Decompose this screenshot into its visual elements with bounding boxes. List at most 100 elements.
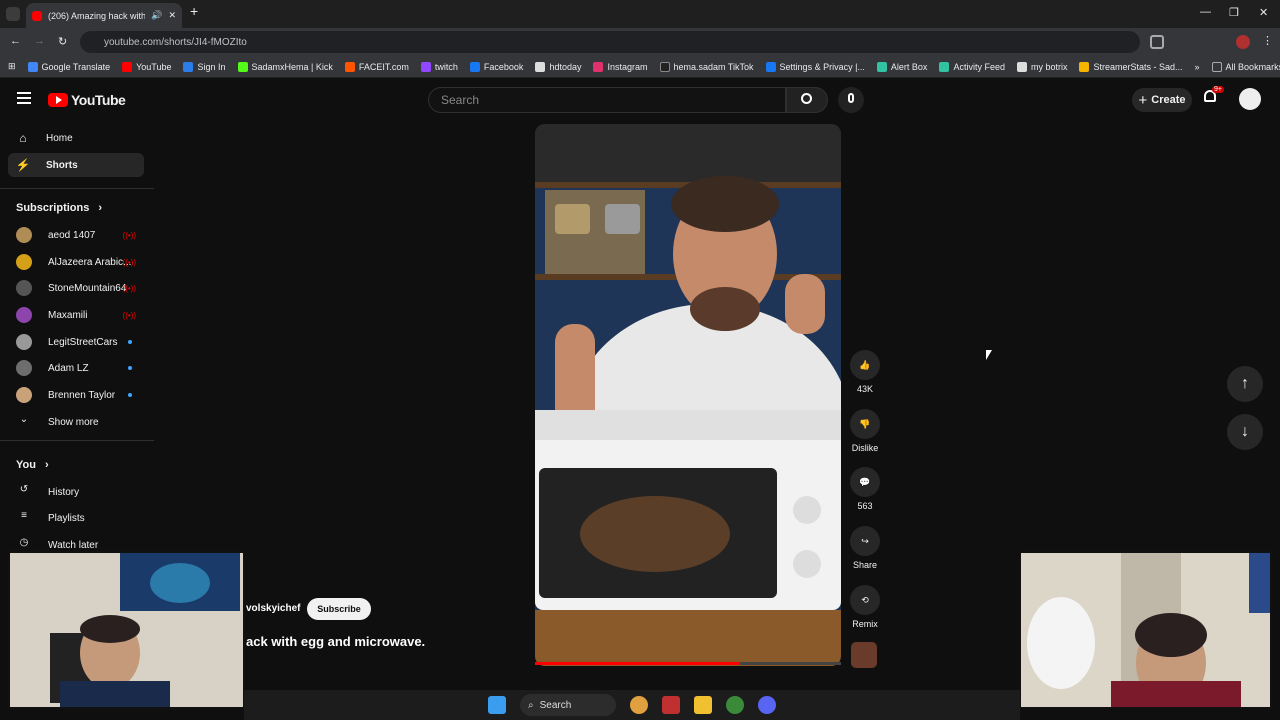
bookmark-icon bbox=[1079, 61, 1090, 72]
bookmark-my-botrix[interactable]: my botrix bbox=[1011, 61, 1074, 72]
reload-icon[interactable]: ↻ bbox=[58, 35, 67, 48]
browser-menu-icon[interactable]: ⋮ bbox=[1262, 34, 1273, 47]
bookmark-activity-feed[interactable]: Activity Feed bbox=[933, 61, 1011, 72]
profile-icon[interactable] bbox=[1236, 35, 1250, 49]
discord-icon[interactable] bbox=[758, 696, 776, 714]
close-window-button[interactable]: ✕ bbox=[1259, 6, 1268, 19]
account-avatar[interactable] bbox=[1239, 88, 1261, 110]
bookmark-tiktok[interactable]: hema.sadam TikTok bbox=[654, 61, 760, 72]
home-icon: ⌂ bbox=[19, 131, 27, 145]
comment-icon: 💬 bbox=[850, 467, 880, 497]
create-label: Create bbox=[1151, 94, 1186, 106]
sidebar-item-shorts[interactable]: ⚡ Shorts bbox=[8, 153, 144, 177]
subscriptions-title: Subscriptions bbox=[16, 202, 90, 214]
create-button[interactable]: + Create bbox=[1132, 88, 1192, 112]
bookmark-instagram[interactable]: Instagram bbox=[587, 61, 653, 72]
browser-tab[interactable]: (206) Amazing hack with eg 🔊 ✕ bbox=[26, 3, 182, 28]
bookmark-icon bbox=[939, 61, 950, 72]
next-short-button[interactable]: ↓ bbox=[1227, 414, 1263, 450]
all-bookmarks[interactable]: All Bookmarks bbox=[1206, 61, 1280, 72]
bookmark-kick[interactable]: SadamxHema | Kick bbox=[232, 61, 339, 72]
video-progress-bar[interactable] bbox=[535, 662, 841, 665]
subscription-stonemountain64[interactable]: StoneMountain64 ((•)) bbox=[16, 278, 140, 298]
tab-close-icon[interactable]: ✕ bbox=[168, 10, 176, 21]
subscription-aeod-1407[interactable]: aeod 1407 ((•)) bbox=[16, 225, 140, 245]
back-icon[interactable]: ← bbox=[10, 35, 21, 47]
bookmark-facebook[interactable]: Facebook bbox=[464, 61, 530, 72]
comments-button[interactable]: 💬 563 bbox=[844, 467, 886, 511]
sidebar-item-label: History bbox=[48, 486, 80, 498]
notifications-button[interactable]: 9+ bbox=[1204, 86, 1224, 106]
bookmark-youtube[interactable]: YouTube bbox=[116, 61, 177, 72]
subscription-label: Brennen Taylor bbox=[48, 389, 116, 401]
search-input[interactable]: Search bbox=[428, 87, 786, 113]
sidebar-item-home[interactable]: ⌂ Home bbox=[8, 126, 144, 150]
comment-count: 563 bbox=[857, 501, 873, 511]
sidebar-item-label: Playlists bbox=[48, 512, 85, 524]
bookmark-icon bbox=[659, 61, 670, 72]
subscriptions-heading[interactable]: Subscriptions › bbox=[16, 202, 102, 214]
forward-icon[interactable]: → bbox=[34, 35, 45, 47]
sidebar-item-history[interactable]: ↺ History bbox=[16, 482, 140, 502]
subscription-brennen-taylor[interactable]: Brennen Taylor bbox=[16, 385, 140, 405]
bookmark-sign-in[interactable]: Sign In bbox=[177, 61, 231, 72]
previous-short-button[interactable]: ↑ bbox=[1227, 366, 1263, 402]
restore-button[interactable]: ❐ bbox=[1229, 6, 1239, 19]
subscribe-button[interactable]: Subscribe bbox=[307, 598, 371, 620]
apps-icon[interactable]: ⊞ bbox=[0, 61, 22, 72]
bookmark-settings-privacy[interactable]: Settings & Privacy |... bbox=[760, 61, 871, 72]
share-button[interactable]: ↪ Share bbox=[844, 526, 886, 570]
short-video-player[interactable] bbox=[535, 124, 841, 666]
subscription-aljazeera[interactable]: AlJazeera Arabic... ((•)) bbox=[16, 252, 140, 272]
search-button[interactable] bbox=[786, 87, 828, 113]
app-icon[interactable] bbox=[662, 696, 680, 714]
show-more-button[interactable]: ⌄ Show more bbox=[16, 412, 140, 432]
sidebar-item-playlists[interactable]: ≡ Playlists bbox=[16, 508, 140, 528]
show-more-label: Show more bbox=[48, 416, 99, 428]
live-icon: ((•)) bbox=[122, 310, 136, 320]
widget-icon[interactable] bbox=[630, 696, 648, 714]
bookmark-icon bbox=[420, 61, 431, 72]
minimize-button[interactable]: — bbox=[1200, 6, 1211, 18]
url-field[interactable]: youtube.com/shorts/JI4-fMOZIto bbox=[80, 31, 1140, 53]
audio-icon[interactable]: 🔊 bbox=[151, 10, 162, 21]
you-title: You bbox=[16, 459, 36, 471]
bookmark-twitch[interactable]: twitch bbox=[415, 61, 464, 72]
right-webcam-overlay bbox=[1019, 551, 1272, 709]
video-frame bbox=[535, 124, 841, 666]
bookmark-icon bbox=[122, 61, 133, 72]
menu-icon[interactable] bbox=[17, 92, 31, 104]
taskbar-search[interactable]: ⌕ Search bbox=[520, 694, 616, 716]
left-webcam-image bbox=[10, 553, 243, 707]
plus-icon: + bbox=[1138, 91, 1148, 109]
new-tab-button[interactable]: + bbox=[190, 3, 198, 19]
windows-start-icon[interactable] bbox=[488, 696, 506, 714]
tab-list-button[interactable] bbox=[6, 7, 20, 21]
youtube-play-icon bbox=[48, 93, 68, 107]
bookmark-icon bbox=[876, 61, 887, 72]
like-button[interactable]: 👍 43K bbox=[844, 350, 886, 394]
bookmark-hdtoday[interactable]: hdtoday bbox=[529, 61, 587, 72]
subscription-legitstreetcars[interactable]: LegitStreetCars bbox=[16, 332, 140, 352]
youtube-logo[interactable]: YouTube bbox=[48, 92, 126, 108]
remix-button[interactable]: ⟲ Remix bbox=[844, 585, 886, 629]
dislike-label: Dislike bbox=[851, 443, 879, 453]
bookmark-faceit[interactable]: FACEIT.com bbox=[339, 61, 415, 72]
bookmark-alert-box[interactable]: Alert Box bbox=[871, 61, 934, 72]
chevron-right-icon: › bbox=[98, 202, 103, 214]
file-explorer-icon[interactable] bbox=[694, 696, 712, 714]
bookmark-google-translate[interactable]: Google Translate bbox=[22, 61, 117, 72]
dislike-button[interactable]: 👎 Dislike bbox=[844, 409, 886, 453]
channel-name[interactable]: volskyichef bbox=[246, 603, 300, 614]
chrome-icon[interactable] bbox=[726, 696, 744, 714]
extensions-icon[interactable] bbox=[1150, 35, 1164, 49]
sound-thumbnail[interactable] bbox=[851, 642, 877, 668]
bookmark-icon bbox=[765, 61, 776, 72]
voice-search-button[interactable] bbox=[838, 87, 864, 113]
more-bookmarks-icon[interactable]: » bbox=[1189, 62, 1206, 72]
short-title: ack with egg and microwave. bbox=[246, 634, 426, 649]
you-heading[interactable]: You › bbox=[16, 459, 49, 471]
bookmark-streamerstats[interactable]: StreamerStats - Sad... bbox=[1073, 61, 1188, 72]
subscription-adam-lz[interactable]: Adam LZ bbox=[16, 358, 140, 378]
subscription-maxamili[interactable]: Maxamili ((•)) bbox=[16, 305, 140, 325]
